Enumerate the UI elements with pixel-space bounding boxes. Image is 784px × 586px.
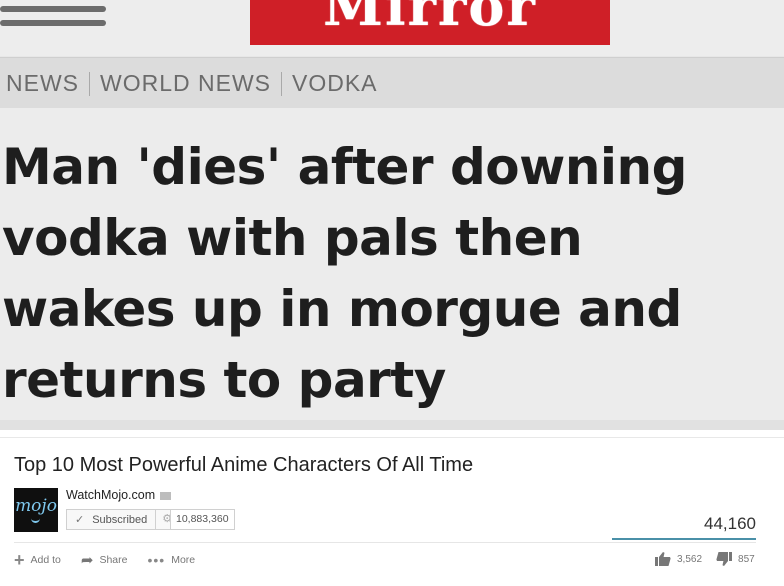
article-headline: Man 'dies' after downing vodka with pals… <box>2 138 687 409</box>
share-button[interactable]: ➦ Share <box>81 551 128 569</box>
subscribed-button[interactable]: ✓ Subscribed ⚙ <box>66 509 180 530</box>
channel-avatar[interactable]: mojo <box>14 488 58 532</box>
channel-name: WatchMojo.com <box>66 488 156 502</box>
nav-item-world-news[interactable]: WORLD NEWS <box>100 70 271 97</box>
headline-area: Man 'dies' after downing vodka with pals… <box>0 108 784 420</box>
subscriber-count: 10,883,360 <box>170 509 235 530</box>
divider <box>14 542 756 543</box>
channel-logo-text: mojo <box>15 496 57 516</box>
plus-icon: + <box>14 550 25 570</box>
check-icon: ✓ <box>75 514 85 526</box>
hamburger-menu-icon[interactable] <box>0 0 110 40</box>
nav-divider <box>89 71 90 96</box>
youtube-video-info: Top 10 Most Powerful Anime Characters Of… <box>0 437 784 586</box>
dislike-count: 857 <box>738 553 755 565</box>
mirror-logo[interactable]: Mirror <box>250 0 610 45</box>
more-dots-icon: ••• <box>147 552 166 568</box>
verified-icon <box>160 491 172 500</box>
view-count: 44,160 <box>704 514 756 533</box>
more-label: More <box>171 554 196 566</box>
nav-divider <box>281 71 282 96</box>
mirror-article-screenshot: Mirror NEWS WORLD NEWS VODKA Man 'dies' … <box>0 0 784 430</box>
share-label: Share <box>99 554 128 566</box>
image-bottom-strip <box>0 420 784 430</box>
views-bar <box>612 538 756 540</box>
action-bar: + Add to ➦ Share ••• More <box>14 551 215 569</box>
subscribe-label: Subscribed <box>92 513 148 526</box>
channel-name-link[interactable]: WatchMojo.com <box>66 488 172 502</box>
video-title: Top 10 Most Powerful Anime Characters Of… <box>14 454 474 476</box>
add-to-label: Add to <box>30 554 61 566</box>
thumbs-up-icon[interactable] <box>655 552 671 566</box>
breadcrumb-nav: NEWS WORLD NEWS VODKA <box>0 57 784 108</box>
nav-item-news[interactable]: NEWS <box>6 70 79 97</box>
like-count: 3,562 <box>677 553 703 565</box>
thumbs-down-icon[interactable] <box>716 552 733 566</box>
like-dislike-bar: 3,562 857 <box>655 552 755 566</box>
add-to-button[interactable]: + Add to <box>14 550 61 570</box>
nav-item-vodka[interactable]: VODKA <box>292 70 378 97</box>
share-arrow-icon: ➦ <box>80 552 94 569</box>
more-button[interactable]: ••• More <box>147 552 195 568</box>
mirror-header: Mirror <box>0 0 784 56</box>
smile-icon <box>31 516 40 523</box>
logo-text: Mirror <box>323 0 537 38</box>
